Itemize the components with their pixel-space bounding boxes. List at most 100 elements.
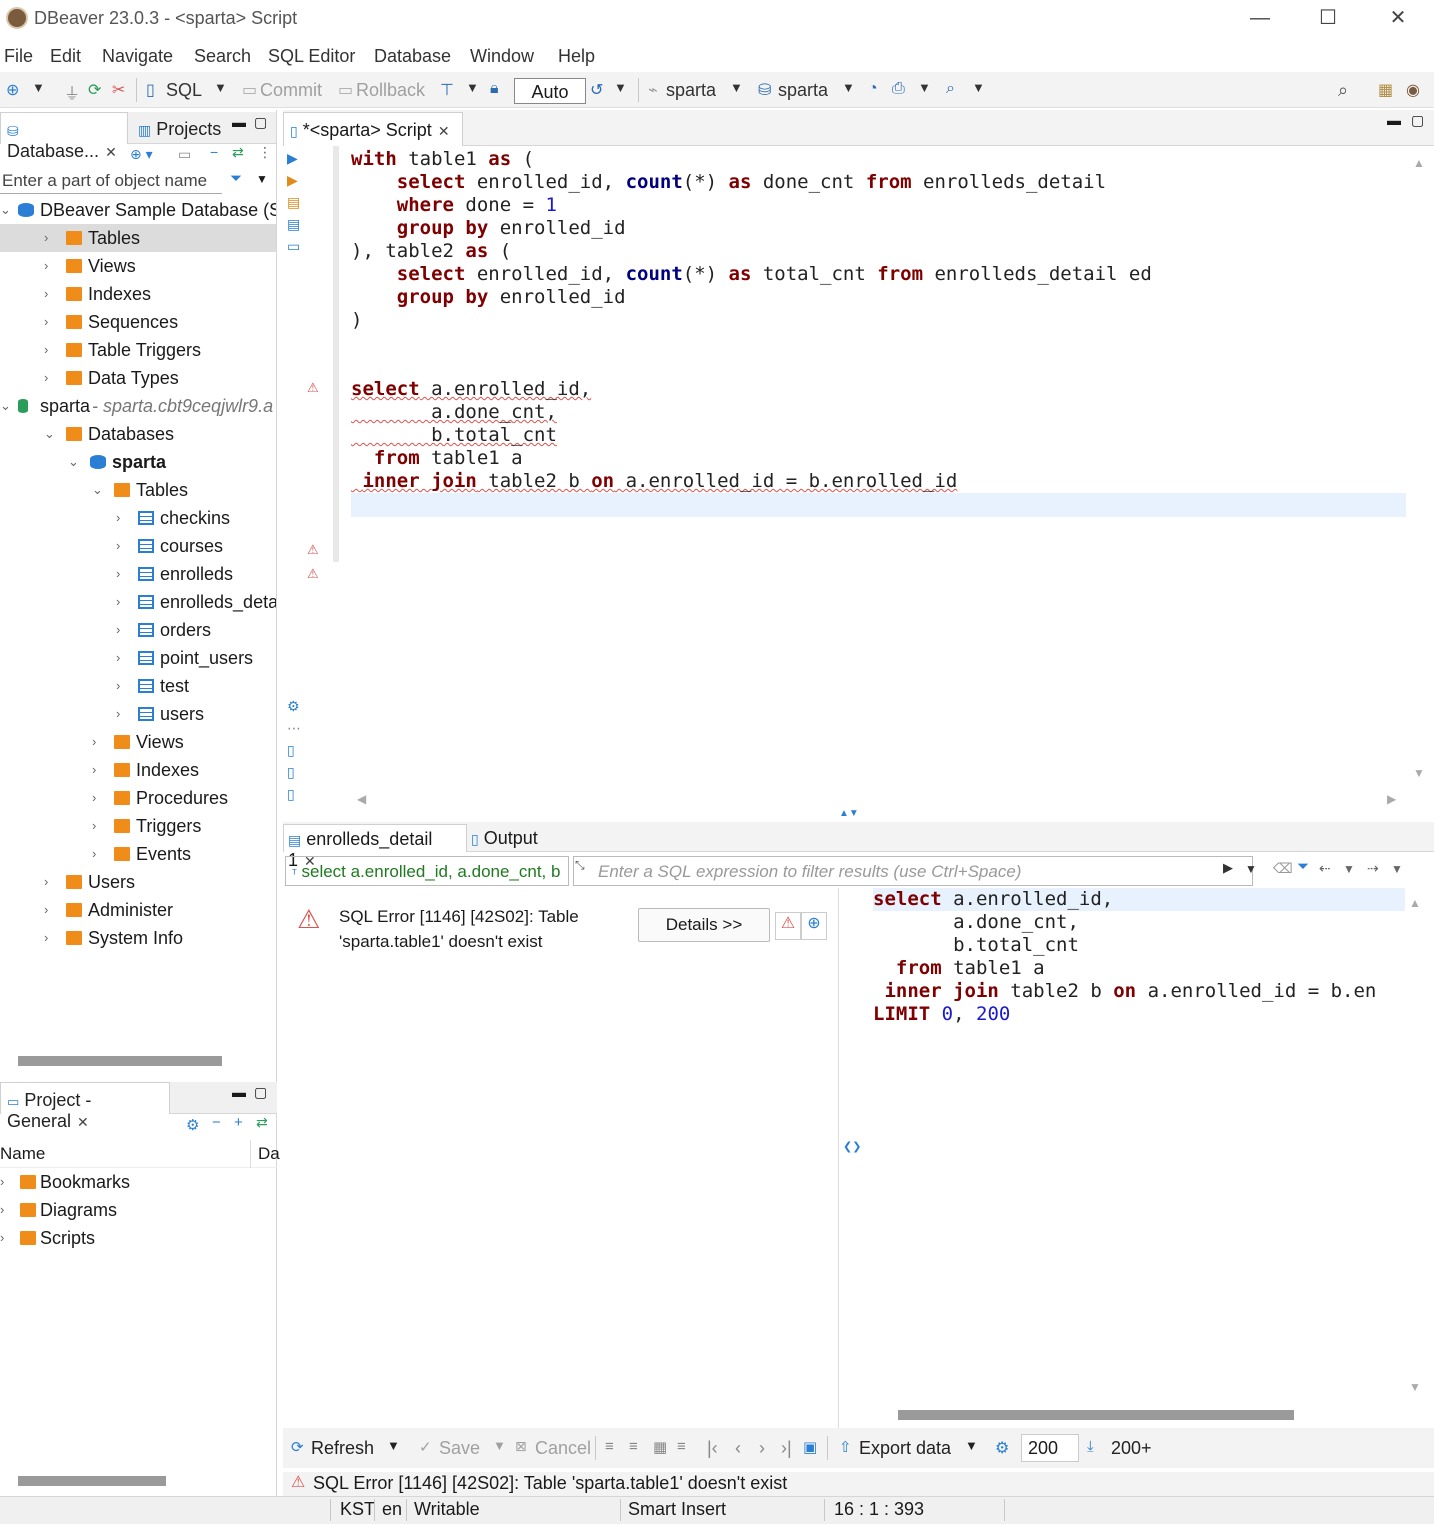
reconnect-icon[interactable]: ⟳ [88, 80, 101, 100]
minimize-button[interactable]: — [1232, 4, 1288, 34]
tab-database-navigator[interactable]: ⛁ Database... ✕ [0, 112, 128, 161]
navigator-item[interactable]: ⌄ sparta [0, 448, 276, 476]
transaction-mode-icon[interactable]: ⊤ [440, 80, 454, 100]
chevron-down-icon[interactable]: ▼ [965, 1438, 978, 1453]
more-icon[interactable]: ⋯ [287, 720, 301, 737]
minimize-panel-icon[interactable]: ▬ [1387, 112, 1401, 128]
chevron-down-icon[interactable]: ▼ [918, 80, 931, 95]
expand-editor-icon[interactable]: ⤡ [575, 858, 585, 873]
chevron-down-icon[interactable]: ▼ [256, 172, 268, 186]
navigator-item[interactable]: › test [0, 672, 276, 700]
navigator-item[interactable]: › Views [0, 252, 276, 280]
navigator-item[interactable]: ⌄ sparta - sparta.cbt9ceqjwlr9.a [0, 392, 276, 420]
export-script-icon[interactable]: ▯ [287, 786, 295, 803]
print-icon[interactable]: ⎙ [892, 80, 905, 98]
fetch-all-icon[interactable]: ▣ [803, 1438, 817, 1456]
active-query-field[interactable]: ᵀ select a.enrolled_id, a.done_cnt, b [285, 856, 569, 886]
chevron-right-icon[interactable]: › [44, 868, 48, 896]
perspective-icon[interactable]: ▦ [1378, 80, 1393, 100]
navigator-item[interactable]: › point_users [0, 644, 276, 672]
explain-plan-icon[interactable]: ▤ [287, 216, 300, 233]
connect-icon[interactable]: ⏚ [64, 80, 80, 104]
navigator-item[interactable]: › Triggers [0, 812, 276, 840]
chevron-down-icon[interactable]: ⌄ [68, 448, 79, 476]
details-button[interactable]: Details >> [638, 908, 770, 942]
navigator-item[interactable]: › enrolleds_detail [0, 588, 276, 616]
new-folder-icon[interactable]: ▭ [178, 146, 191, 163]
navigator-item[interactable]: › Indexes [0, 280, 276, 308]
chevron-down-icon[interactable]: ▼ [730, 80, 743, 95]
rollback-icon[interactable]: ▭ [338, 80, 353, 100]
chevron-down-icon[interactable]: ⌄ [0, 196, 11, 224]
chevron-right-icon[interactable]: › [92, 812, 96, 840]
navigator-item[interactable]: › Indexes [0, 756, 276, 784]
expand-icon[interactable]: + [234, 1114, 243, 1131]
navigator-item[interactable]: › System Info [0, 924, 276, 952]
chevron-right-icon[interactable]: › [116, 532, 120, 560]
chevron-down-icon[interactable]: ⌄ [44, 420, 55, 448]
navigator-item[interactable]: › courses [0, 532, 276, 560]
execute-script-icon[interactable]: ▶ [287, 172, 298, 189]
column-divider[interactable] [250, 1140, 251, 1168]
navigator-item[interactable]: › Users [0, 868, 276, 896]
column-header-date[interactable]: Da [258, 1144, 280, 1164]
navigator-horizontal-scrollbar[interactable] [18, 1056, 222, 1066]
new-connection-icon[interactable]: ⊕ ▾ [130, 146, 153, 163]
project-item-bookmarks[interactable]: › Bookmarks [0, 1168, 277, 1196]
navigator-item[interactable]: ⌄ Databases [0, 420, 276, 448]
save-script-icon[interactable]: ▯ [287, 764, 295, 781]
lock-icon[interactable]: 🔒︎ [490, 80, 499, 98]
filter-icon[interactable]: ⏷ [230, 170, 242, 187]
commit-button[interactable]: Commit [260, 80, 322, 101]
view-menu-icon[interactable]: ⋮ [258, 144, 272, 161]
results-panel-toggle-icon[interactable]: ▲▼ [839, 808, 859, 819]
chevron-right-icon[interactable]: › [116, 560, 120, 588]
maximize-panel-icon[interactable]: ▢ [1411, 112, 1424, 129]
menu-help[interactable]: Help [558, 46, 595, 67]
scroll-up-icon[interactable]: ▲ [1409, 896, 1421, 910]
back-icon[interactable]: ⇠ [1319, 860, 1331, 877]
minimize-panel-icon[interactable]: ▬ [232, 114, 246, 130]
chevron-right-icon[interactable]: › [116, 616, 120, 644]
chevron-down-icon[interactable]: ▼ [1245, 862, 1257, 876]
chevron-down-icon[interactable]: ▼ [493, 1438, 506, 1453]
scroll-right-icon[interactable]: ▶ [1387, 792, 1396, 806]
chevron-right-icon[interactable]: › [0, 1168, 4, 1196]
navigator-item[interactable]: › Tables [0, 224, 276, 252]
active-datasource-selector[interactable]: sparta [666, 80, 716, 101]
navigator-filter-input[interactable]: Enter a part of object name [0, 168, 222, 194]
maximize-panel-icon[interactable]: ▢ [254, 114, 267, 131]
scroll-up-icon[interactable]: ▲ [1413, 156, 1425, 170]
tab-enrolleds-detail-1[interactable]: ▤ enrolleds_detail 1 ✕ [283, 824, 467, 870]
cancel-button[interactable]: Cancel [535, 1438, 591, 1459]
chevron-right-icon[interactable]: › [92, 784, 96, 812]
results-filter-input[interactable]: Enter a SQL expression to filter results… [573, 856, 1253, 886]
chevron-right-icon[interactable]: › [0, 1224, 4, 1252]
scroll-down-icon[interactable]: ▼ [1409, 1380, 1421, 1394]
menu-database[interactable]: Database [374, 46, 451, 67]
sql-code-editor[interactable]: with table1 as ( select enrolled_id, cou… [351, 148, 1406, 788]
edit-row-icon[interactable]: ≡ [605, 1438, 614, 1455]
chevron-right-icon[interactable]: › [92, 756, 96, 784]
sql-editor-icon[interactable]: ▯ [146, 80, 155, 100]
project-item-diagrams[interactable]: › Diagrams [0, 1196, 277, 1224]
menu-sql-editor[interactable]: SQL Editor [268, 46, 355, 67]
settings-gear-icon[interactable]: ⚙ [287, 698, 300, 715]
chevron-right-icon[interactable]: › [44, 336, 48, 364]
menu-window[interactable]: Window [470, 46, 534, 67]
tab-projects[interactable]: ▥ Projects [132, 112, 232, 144]
navigator-item[interactable]: ⌄ Tables [0, 476, 276, 504]
close-icon[interactable]: ✕ [77, 1114, 89, 1130]
active-schema-selector[interactable]: sparta [778, 80, 828, 101]
chevron-right-icon[interactable]: › [44, 280, 48, 308]
forward-icon[interactable]: ⇢ [1367, 860, 1379, 877]
chevron-right-icon[interactable]: › [0, 1196, 4, 1224]
chevron-down-icon[interactable]: ▼ [614, 80, 627, 95]
chevron-right-icon[interactable]: › [116, 504, 120, 532]
menu-search[interactable]: Search [194, 46, 251, 67]
chevron-down-icon[interactable]: ▼ [387, 1438, 400, 1453]
chevron-down-icon[interactable]: ▼ [32, 80, 45, 95]
menu-file[interactable]: File [4, 46, 33, 67]
chevron-right-icon[interactable]: › [92, 840, 96, 868]
delete-row-icon[interactable]: ≡ [677, 1438, 686, 1455]
